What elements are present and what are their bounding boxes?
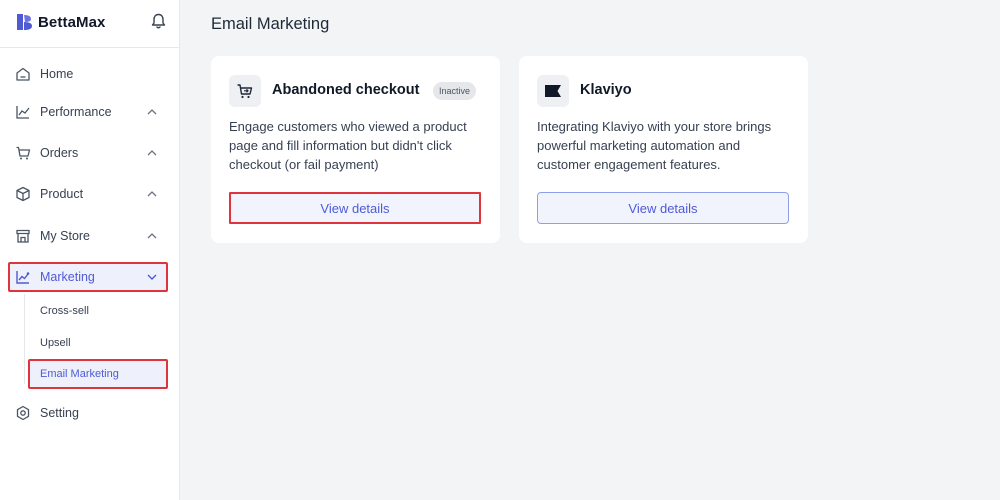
sidebar-subitem-email-marketing[interactable]: Email Marketing [28,359,168,389]
status-badge: Inactive [433,82,477,100]
view-details-button[interactable]: View details [229,192,481,224]
sidebar: BettaMax Home Performance Orders Product… [0,0,180,500]
klaviyo-card: Klaviyo Integrating Klaviyo with your st… [519,56,808,243]
sidebar-item-label: Performance [40,105,112,119]
bettamax-logo-icon [17,14,32,30]
sidebar-item-my-store[interactable]: My Store [8,221,168,251]
sidebar-item-label: Marketing [40,270,95,284]
submenu-guide-line [24,294,25,384]
page-title: Email Marketing [211,15,330,33]
view-details-button[interactable]: View details [537,192,789,224]
chevron-up-icon[interactable] [146,188,158,200]
sidebar-item-product[interactable]: Product [8,179,168,209]
cart-icon [16,146,31,160]
sidebar-item-setting[interactable]: Setting [8,398,168,428]
sidebar-item-label: Setting [40,406,79,420]
card-description: Engage customers who viewed a product pa… [229,119,467,172]
sidebar-item-performance[interactable]: Performance [8,97,168,127]
sidebar-item-label: Orders [40,146,79,160]
sidebar-item-home[interactable]: Home [8,59,168,89]
box-icon [16,186,30,202]
bell-icon[interactable] [150,12,167,30]
cart-arrow-icon [229,75,261,107]
chevron-down-icon[interactable] [146,271,158,283]
sidebar-subitem-label: Cross-sell [40,305,89,317]
sidebar-subitem-upsell[interactable]: Upsell [28,328,168,358]
abandoned-checkout-card: Abandoned checkout Inactive Engage custo… [211,56,500,243]
sidebar-item-label: My Store [40,229,91,243]
chevron-up-icon[interactable] [146,106,158,118]
sidebar-subitem-label: Upsell [40,337,71,349]
store-icon [16,229,30,243]
sidebar-item-label: Product [40,187,84,201]
sidebar-subitem-cross-sell[interactable]: Cross-sell [28,296,168,326]
home-icon [16,67,30,81]
sidebar-item-marketing[interactable]: Marketing [8,262,168,292]
sidebar-item-orders[interactable]: Orders [8,138,168,168]
chart-icon [16,106,30,119]
chevron-up-icon[interactable] [146,147,158,159]
card-description: Integrating Klaviyo with your store brin… [537,119,772,172]
brand-divider [0,47,180,48]
brand-name: BettaMax [38,13,106,31]
card-title: Klaviyo [580,82,632,98]
card-title: Abandoned checkout [272,82,420,98]
marketing-icon [16,271,30,284]
sidebar-subitem-label: Email Marketing [40,368,119,380]
sidebar-item-label: Home [40,67,74,81]
klaviyo-flag-icon [537,75,569,107]
settings-icon [16,405,30,421]
chevron-up-icon[interactable] [146,230,158,242]
